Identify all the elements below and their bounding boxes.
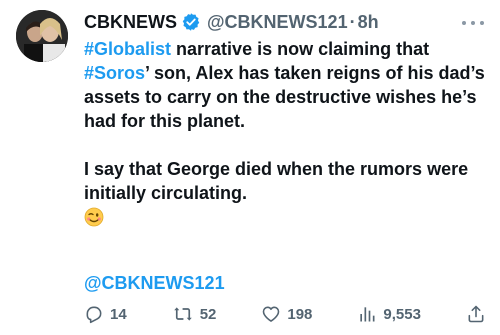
reply-button[interactable]: 14	[84, 304, 127, 324]
tweet-header: CBKNEWS @CBKNEWS121 · 8h	[84, 10, 379, 34]
views-button[interactable]: 9,553	[357, 304, 421, 324]
author-name[interactable]: CBKNEWS	[84, 10, 177, 34]
tweet-paragraph-2: I say that George died when the rumors w…	[84, 159, 469, 203]
like-button[interactable]: 198	[261, 304, 312, 324]
share-button[interactable]	[466, 304, 486, 324]
like-count: 198	[287, 305, 313, 323]
views-icon	[360, 307, 375, 322]
hashtag-link[interactable]: #Globalist	[84, 39, 171, 59]
retweet-button[interactable]: 52	[172, 304, 217, 324]
avatar[interactable]	[16, 10, 68, 62]
tweet-timestamp[interactable]: 8h	[358, 10, 379, 34]
separator-dot: ·	[349, 12, 356, 32]
tweet-paragraph-1: #Globalist narrative is now claiming tha…	[84, 37, 494, 133]
wink-emoji-icon	[84, 207, 494, 233]
retweet-icon	[173, 307, 192, 321]
tweet-text: narrative is now claiming that	[171, 39, 430, 59]
author-handle[interactable]: @CBKNEWS121	[207, 10, 348, 34]
more-icon[interactable]	[462, 14, 484, 32]
verified-badge-icon	[181, 12, 201, 32]
share-icon	[468, 305, 484, 323]
tweet-card[interactable]: CBKNEWS @CBKNEWS121 · 8h #Globalist narr…	[0, 0, 500, 335]
retweet-count: 52	[199, 305, 217, 323]
tweet-body: #Globalist narrative is now claiming tha…	[84, 37, 494, 233]
mention-link[interactable]: @CBKNEWS121	[84, 271, 225, 295]
avatar-image	[16, 10, 68, 62]
hashtag-link[interactable]: #Soros	[84, 63, 145, 83]
action-bar: 14 52 198 9,553	[84, 302, 486, 326]
views-count: 9,553	[383, 305, 421, 323]
heart-icon	[263, 306, 280, 322]
reply-count: 14	[110, 305, 127, 323]
reply-icon	[86, 306, 102, 324]
tweet-text: ’ son, Alex has taken reigns of his dad’…	[84, 63, 485, 131]
